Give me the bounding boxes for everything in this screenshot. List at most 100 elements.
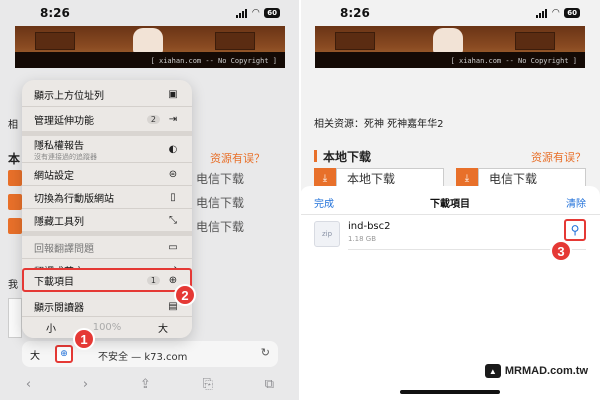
banner-decor xyxy=(215,32,255,50)
menu-item-label: 回報翻譯問題 xyxy=(34,243,94,255)
zoom-in-button[interactable]: 大 xyxy=(158,320,168,335)
status-time: 8:26 xyxy=(40,6,70,20)
page-comment-fragment: 我 xyxy=(8,280,18,291)
video-banner: [ xiahan.com -- No Copyright ] xyxy=(315,26,585,68)
page-format-button[interactable]: 大 xyxy=(30,347,40,362)
banner-copyright: [ xiahan.com -- No Copyright ] xyxy=(150,57,277,65)
zoom-controls: 小 100% 大 xyxy=(22,317,192,338)
menu-item-sublabel: 沒有連接過的追蹤器 xyxy=(34,152,97,161)
share-icon[interactable]: ⇪ xyxy=(140,377,151,392)
telecom-download-button[interactable]: ⤓ 电信下载 xyxy=(456,168,586,188)
screenshot-divider xyxy=(299,0,301,400)
extensions-count-badge: 2 xyxy=(146,114,160,124)
download-arrow-icon: ⤓ xyxy=(456,168,478,188)
forward-icon[interactable]: › xyxy=(83,377,88,392)
brand-logo-icon: ▲ xyxy=(484,364,501,378)
status-time: 8:26 xyxy=(340,6,370,20)
tabs-icon[interactable]: ⧉ xyxy=(265,377,274,392)
signal-icon xyxy=(236,8,248,18)
status-bar: 8:26 ◠ 60 xyxy=(300,0,600,26)
file-name: ind-bsc2 xyxy=(348,221,391,232)
page-comment-box[interactable] xyxy=(8,298,22,338)
address-text[interactable]: 不安全 — k73.com xyxy=(98,348,187,363)
menu-item-label: 網站設定 xyxy=(34,170,74,182)
banner-figure xyxy=(133,28,163,54)
downloads-highlight-box xyxy=(22,268,192,292)
page-download-button[interactable] xyxy=(8,218,22,234)
battery-icon: 60 xyxy=(564,8,580,18)
file-size: 1.18 GB xyxy=(348,235,377,243)
bookmarks-icon[interactable]: ⎘ xyxy=(203,377,213,392)
brand-name: MRMAD.com.tw xyxy=(504,365,588,377)
page-download-button[interactable] xyxy=(8,170,22,186)
home-indicator xyxy=(400,390,500,394)
menu-item-hide-toolbar[interactable]: 隱藏工具列 ⤡ xyxy=(22,209,192,231)
step-callout-2: 2 xyxy=(174,284,196,306)
right-phone-screen: 8:26 ◠ 60 [ xiahan.com -- No Copyright ]… xyxy=(300,0,600,400)
back-icon[interactable]: ‹ xyxy=(26,377,31,392)
telecom-download-link[interactable]: 电信下载 xyxy=(196,170,244,187)
reload-icon[interactable]: ↻ xyxy=(261,346,270,359)
telecom-download-label: 电信下载 xyxy=(478,168,586,188)
menu-item-label: 管理延伸功能 xyxy=(34,115,94,127)
zoom-out-button[interactable]: 小 xyxy=(46,320,56,335)
banner-decor xyxy=(35,32,75,50)
local-download-heading: 本地下载 xyxy=(314,148,371,165)
brand-watermark: ▲ MRMAD.com.tw xyxy=(484,364,588,378)
menu-item-show-top-address-bar[interactable]: 顯示上方位址列 ▣ xyxy=(22,82,192,106)
banner-figure xyxy=(433,28,463,54)
hide-toolbar-icon: ⤡ xyxy=(169,214,177,226)
safari-toolbar: ‹ › ⇪ ⎘ ⧉ xyxy=(0,368,300,400)
report-icon: ▭ xyxy=(168,241,178,253)
wifi-icon: ◠ xyxy=(252,8,260,18)
menu-item-label: 切換為行動版網站 xyxy=(34,193,114,205)
menu-item-show-reader[interactable]: 顯示閱讀器 ▤ xyxy=(22,296,192,316)
page-download-button[interactable] xyxy=(8,194,22,210)
menu-item-report-translation[interactable]: 回報翻譯問題 ▭ xyxy=(22,236,192,258)
status-bar: 8:26 ◠ 60 xyxy=(0,0,300,26)
menu-item-switch-mobile-site[interactable]: 切換為行動版網站 ▯ xyxy=(22,186,192,208)
show-in-files-magnifier-icon[interactable]: ⚲ xyxy=(564,219,586,241)
menu-item-label: 顯示閱讀器 xyxy=(34,302,84,314)
download-arrow-icon: ⤓ xyxy=(314,168,336,188)
clear-button[interactable]: 清除 xyxy=(566,195,586,210)
banner-decor xyxy=(515,32,555,50)
step-callout-3: 3 xyxy=(550,240,572,262)
page-local-fragment: 本 xyxy=(8,152,21,166)
menu-item-label: 隱私權報告 xyxy=(34,140,84,152)
related-resources[interactable]: 相关资源：死神 死神嘉年华2 xyxy=(314,115,444,130)
menu-item-manage-extensions[interactable]: 管理延伸功能 2 ⇥ xyxy=(22,107,192,131)
menu-item-website-settings[interactable]: 網站設定 ⊜ xyxy=(22,163,192,185)
menu-item-privacy-report[interactable]: 隱私權報告 沒有連接過的追蹤器 ◐ xyxy=(22,136,192,162)
menu-item-label: 隱藏工具列 xyxy=(34,216,84,228)
extension-icon: ⇥ xyxy=(168,113,178,125)
address-bar-icon: ▣ xyxy=(168,88,178,100)
resource-warning-link[interactable]: 资源有误？ xyxy=(531,149,586,165)
signal-icon xyxy=(536,8,548,18)
banner-copyright: [ xiahan.com -- No Copyright ] xyxy=(450,57,577,65)
zip-file-icon: zip xyxy=(314,221,340,247)
step-callout-1: 1 xyxy=(73,328,95,350)
left-phone-screen: 8:26 ◠ 60 [ xiahan.com -- No Copyright ]… xyxy=(0,0,300,400)
page-related-fragment: 相 xyxy=(8,120,18,131)
telecom-download-link[interactable]: 电信下载 xyxy=(196,218,244,235)
sheet-divider xyxy=(300,214,600,215)
banner-decor xyxy=(335,32,375,50)
address-bar[interactable]: 大 ⊕ 不安全 — k73.com ↻ xyxy=(22,341,278,367)
download-progress-icon[interactable]: ⊕ xyxy=(55,345,73,363)
battery-icon: 60 xyxy=(264,8,280,18)
video-banner: [ xiahan.com -- No Copyright ] xyxy=(15,26,285,68)
download-file-row[interactable]: zip ind-bsc2 1.18 GB ⚲ xyxy=(314,219,586,253)
status-icons: ◠ 60 xyxy=(536,8,580,18)
zoom-level: 100% xyxy=(92,322,122,333)
shield-icon: ◐ xyxy=(168,143,178,155)
wifi-icon: ◠ xyxy=(552,8,560,18)
page-warn-link[interactable]: 资源有误？ xyxy=(210,150,265,166)
local-download-label: 本地下载 xyxy=(336,168,444,188)
sheet-title: 下載項目 xyxy=(430,199,470,210)
status-icons: ◠ 60 xyxy=(236,8,280,18)
telecom-download-link[interactable]: 电信下载 xyxy=(196,194,244,211)
local-download-button[interactable]: ⤓ 本地下载 xyxy=(314,168,444,188)
mobile-site-icon: ▯ xyxy=(170,191,176,203)
website-settings-icon: ⊜ xyxy=(168,168,178,180)
